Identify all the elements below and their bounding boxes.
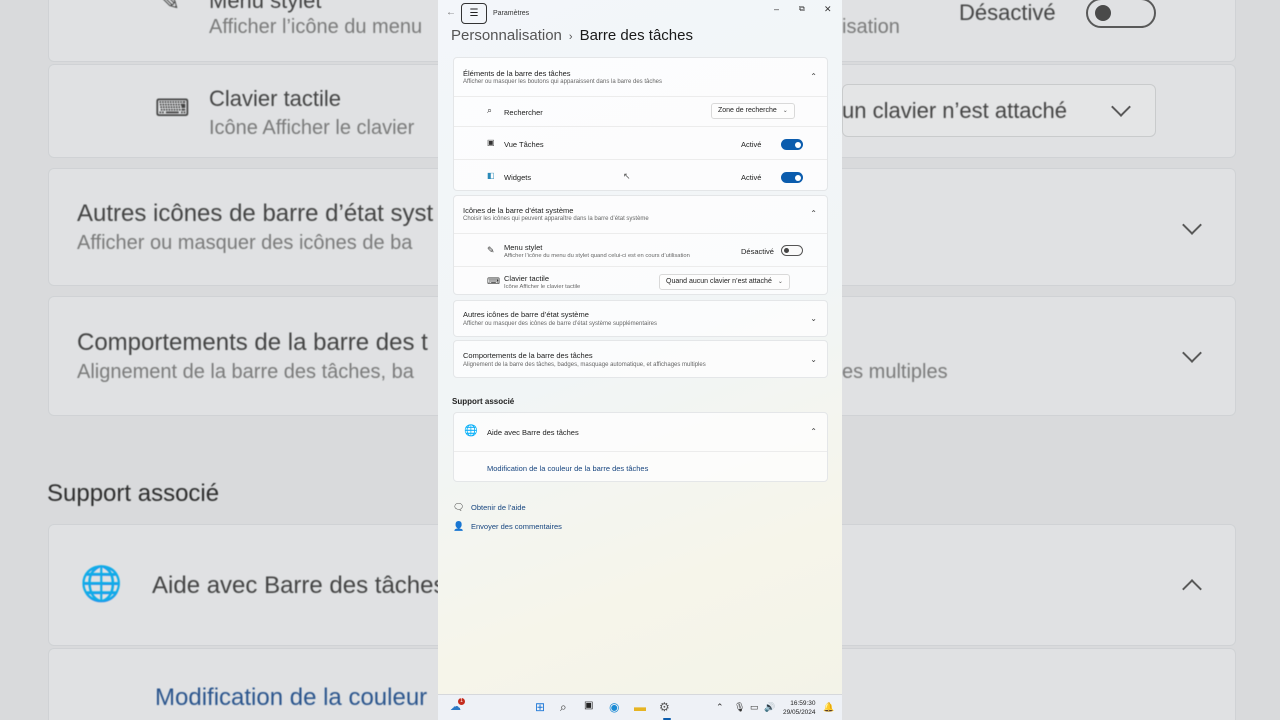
row-menu-stylet: ✎ Menu stylet Afficher l’icône du menu d… bbox=[454, 233, 827, 266]
section-subtitle: Afficher ou masquer des icônes de barre … bbox=[463, 321, 657, 327]
chevron-down-icon: ⌄ bbox=[777, 279, 783, 285]
change-taskbar-color-link[interactable]: Modification de la couleur de la barre d… bbox=[487, 464, 648, 473]
row-label: Menu stylet bbox=[504, 243, 543, 252]
globe-search-icon: 🌐 bbox=[464, 425, 478, 437]
row-sublabel: Afficher l’icône du menu du stylet quand… bbox=[504, 253, 690, 259]
row-vue-taches: ▣ Vue Tâches Activé bbox=[454, 126, 827, 159]
task-view-icon: ▣ bbox=[487, 138, 495, 147]
help-icon: 🗨 bbox=[453, 502, 465, 512]
row-widgets: ◧ Widgets Activé bbox=[454, 159, 827, 192]
chevron-down-icon: ⌄ bbox=[810, 355, 817, 364]
task-view-toggle[interactable] bbox=[781, 139, 803, 150]
notification-badge: 1 bbox=[458, 698, 465, 705]
microphone-icon[interactable]: 🎙 bbox=[734, 702, 745, 713]
card-support: 🌐 Aide avec Barre des tâches ⌃ Modificat… bbox=[453, 412, 828, 482]
nav-menu-button[interactable]: ☰ bbox=[461, 3, 487, 24]
file-explorer-icon[interactable]: ▬ bbox=[634, 700, 646, 714]
pen-menu-toggle[interactable] bbox=[781, 245, 803, 256]
keyboard-icon: ⌨ bbox=[487, 276, 500, 286]
row-label: Widgets bbox=[504, 173, 532, 182]
title-bar: ← ☰ Paramètres – ⧉ ✕ bbox=[438, 0, 842, 28]
feedback-icon: 👤 bbox=[453, 521, 465, 531]
section-title: Icônes de la barre d’état système bbox=[463, 206, 574, 215]
section-subtitle: Choisir les icônes qui peuvent apparaîtr… bbox=[463, 216, 649, 222]
time: 16:59:30 bbox=[790, 700, 816, 707]
section-title: Éléments de la barre des tâches bbox=[463, 69, 571, 78]
task-view-icon[interactable]: ▣ bbox=[584, 700, 593, 711]
tray-icons-header[interactable]: Icônes de la barre d’état système Choisi… bbox=[454, 196, 827, 233]
dropdown-value: Zone de recherche bbox=[718, 107, 777, 114]
support-title: Aide avec Barre des tâches bbox=[487, 428, 579, 437]
row-clavier-tactile: ⌨ Clavier tactile Icône Afficher le clav… bbox=[454, 266, 827, 296]
taskbar: ☁ 1 ⊞ ⌕ ▣ ◉ ▬ ⚙ ⌃ 🎙 ▭ 🔊 16:59:30 29/05/20… bbox=[438, 694, 842, 720]
chevron-up-icon[interactable]: ⌃ bbox=[716, 702, 724, 713]
card-other-tray-icons[interactable]: Autres icônes de barre d’état système Af… bbox=[453, 300, 828, 337]
dropdown-value: Quand aucun clavier n’est attaché bbox=[666, 278, 772, 285]
window-title: Paramètres bbox=[493, 10, 530, 17]
search-icon: ⌕ bbox=[487, 105, 493, 115]
taskbar-items-header[interactable]: Éléments de la barre des tâches Afficher… bbox=[454, 58, 827, 96]
toggle-state: Activé bbox=[741, 140, 762, 149]
settings-gear-icon[interactable]: ⚙ bbox=[659, 700, 670, 714]
widgets-toggle[interactable] bbox=[781, 172, 803, 183]
volume-icon[interactable]: 🔊 bbox=[764, 702, 775, 713]
breadcrumb-parent[interactable]: Personnalisation bbox=[451, 27, 562, 44]
section-title: Comportements de la barre des tâches bbox=[463, 351, 593, 360]
widgets-icon: ◧ bbox=[487, 171, 495, 180]
card-taskbar-behaviors[interactable]: Comportements de la barre des tâches Ali… bbox=[453, 340, 828, 378]
card-tray-icons: Icônes de la barre d’état système Choisi… bbox=[453, 195, 828, 295]
chevron-up-icon: ⌃ bbox=[810, 427, 817, 436]
network-icon[interactable]: ▭ bbox=[750, 702, 759, 713]
edge-browser-icon[interactable]: ◉ bbox=[609, 700, 619, 714]
get-help-link[interactable]: Obtenir de l’aide bbox=[471, 503, 526, 512]
row-rechercher: ⌕ Rechercher Zone de recherche ⌄ bbox=[454, 96, 827, 126]
notification-bell-icon[interactable]: 🔔 bbox=[823, 702, 834, 713]
row-label: Rechercher bbox=[504, 108, 543, 117]
close-button[interactable]: ✕ bbox=[824, 4, 832, 15]
section-subtitle: Afficher ou masquer les boutons qui appa… bbox=[463, 79, 663, 85]
minimize-button[interactable]: – bbox=[774, 4, 779, 14]
row-sublabel: Icône Afficher le clavier tactile bbox=[504, 284, 581, 290]
hamburger-icon: ☰ bbox=[469, 8, 479, 19]
page-title: Barre des tâches bbox=[579, 27, 693, 44]
row-label: Clavier tactile bbox=[504, 274, 550, 283]
settings-window: ← ☰ Paramètres – ⧉ ✕ Personnalisation › Ba… bbox=[438, 0, 842, 694]
chevron-down-icon: ⌄ bbox=[782, 108, 788, 114]
clock[interactable]: 16:59:30 29/05/2024 bbox=[783, 699, 816, 717]
date: 29/05/2024 bbox=[783, 709, 816, 716]
row-label: Vue Tâches bbox=[504, 140, 544, 149]
card-taskbar-items: Éléments de la barre des tâches Afficher… bbox=[453, 57, 828, 191]
support-heading: Support associé bbox=[452, 397, 515, 406]
back-arrow-icon[interactable]: ← bbox=[446, 7, 456, 18]
section-subtitle: Alignement de la barre des tâches, badge… bbox=[463, 362, 706, 368]
pen-icon: ✎ bbox=[487, 245, 495, 255]
chevron-up-icon: ⌃ bbox=[810, 209, 817, 218]
chevron-right-icon: › bbox=[568, 31, 573, 43]
toggle-state: Activé bbox=[741, 173, 762, 182]
chevron-up-icon: ⌃ bbox=[810, 72, 817, 81]
help-taskbar-header[interactable]: 🌐 Aide avec Barre des tâches ⌃ bbox=[454, 413, 827, 451]
section-title: Autres icônes de barre d’état système bbox=[463, 310, 589, 319]
toggle-state: Désactivé bbox=[741, 247, 774, 256]
chevron-down-icon: ⌄ bbox=[810, 314, 817, 323]
breadcrumb: Personnalisation › Barre des tâches bbox=[451, 27, 693, 44]
send-feedback-link[interactable]: Envoyer des commentaires bbox=[471, 522, 562, 531]
search-icon[interactable]: ⌕ bbox=[560, 700, 567, 715]
search-mode-dropdown[interactable]: Zone de recherche ⌄ bbox=[711, 103, 795, 119]
support-link-row: Modification de la couleur de la barre d… bbox=[454, 451, 827, 483]
mouse-cursor-icon: ↖ bbox=[623, 171, 631, 181]
touch-keyboard-dropdown[interactable]: Quand aucun clavier n’est attaché ⌄ bbox=[659, 274, 790, 290]
restore-button[interactable]: ⧉ bbox=[799, 4, 805, 14]
start-windows-icon[interactable]: ⊞ bbox=[535, 700, 545, 714]
